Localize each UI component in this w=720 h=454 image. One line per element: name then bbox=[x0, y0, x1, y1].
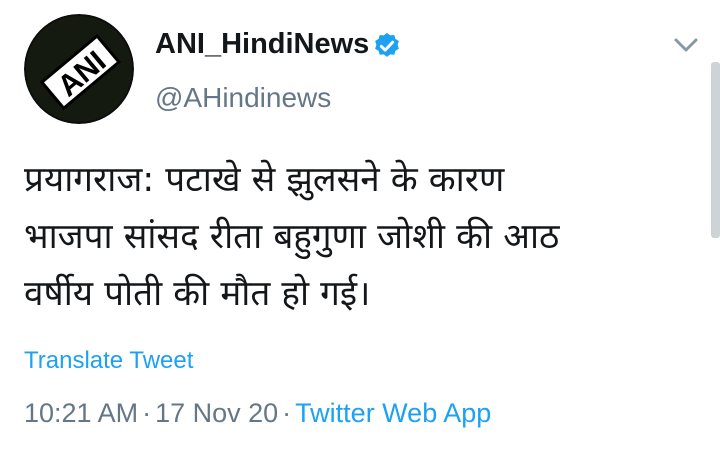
tweet-text-line: भाजपा सांसद रीता बहुगुणा जोशी की आठ bbox=[24, 217, 560, 257]
translate-tweet-link[interactable]: Translate Tweet bbox=[24, 347, 193, 375]
tweet-time[interactable]: 10:21 AM bbox=[24, 398, 138, 428]
tweet-text: प्रयागराज: पटाखे से झुलसने के कारण भाजपा… bbox=[24, 152, 684, 323]
chevron-down-icon[interactable] bbox=[672, 34, 700, 56]
tweet-text-line: प्रयागराज: पटाखे से झुलसने के कारण bbox=[24, 160, 505, 200]
tweet-date[interactable]: 17 Nov 20 bbox=[155, 398, 278, 428]
user-handle[interactable]: @AHindinews bbox=[155, 82, 331, 114]
scrollbar[interactable] bbox=[711, 62, 720, 238]
tweet-meta: 10:21 AM · 17 Nov 20 · Twitter Web App bbox=[24, 398, 491, 429]
tweet-source-link[interactable]: Twitter Web App bbox=[295, 398, 491, 428]
tweet-text-line: वर्षीय पोती की मौत हो गई। bbox=[24, 274, 371, 314]
verified-badge-icon bbox=[375, 32, 399, 57]
meta-separator: · bbox=[142, 398, 152, 428]
display-name[interactable]: ANI_HindiNews bbox=[155, 28, 369, 61]
ani-logo-avatar[interactable]: ANI bbox=[24, 14, 134, 124]
meta-separator: · bbox=[282, 398, 292, 428]
